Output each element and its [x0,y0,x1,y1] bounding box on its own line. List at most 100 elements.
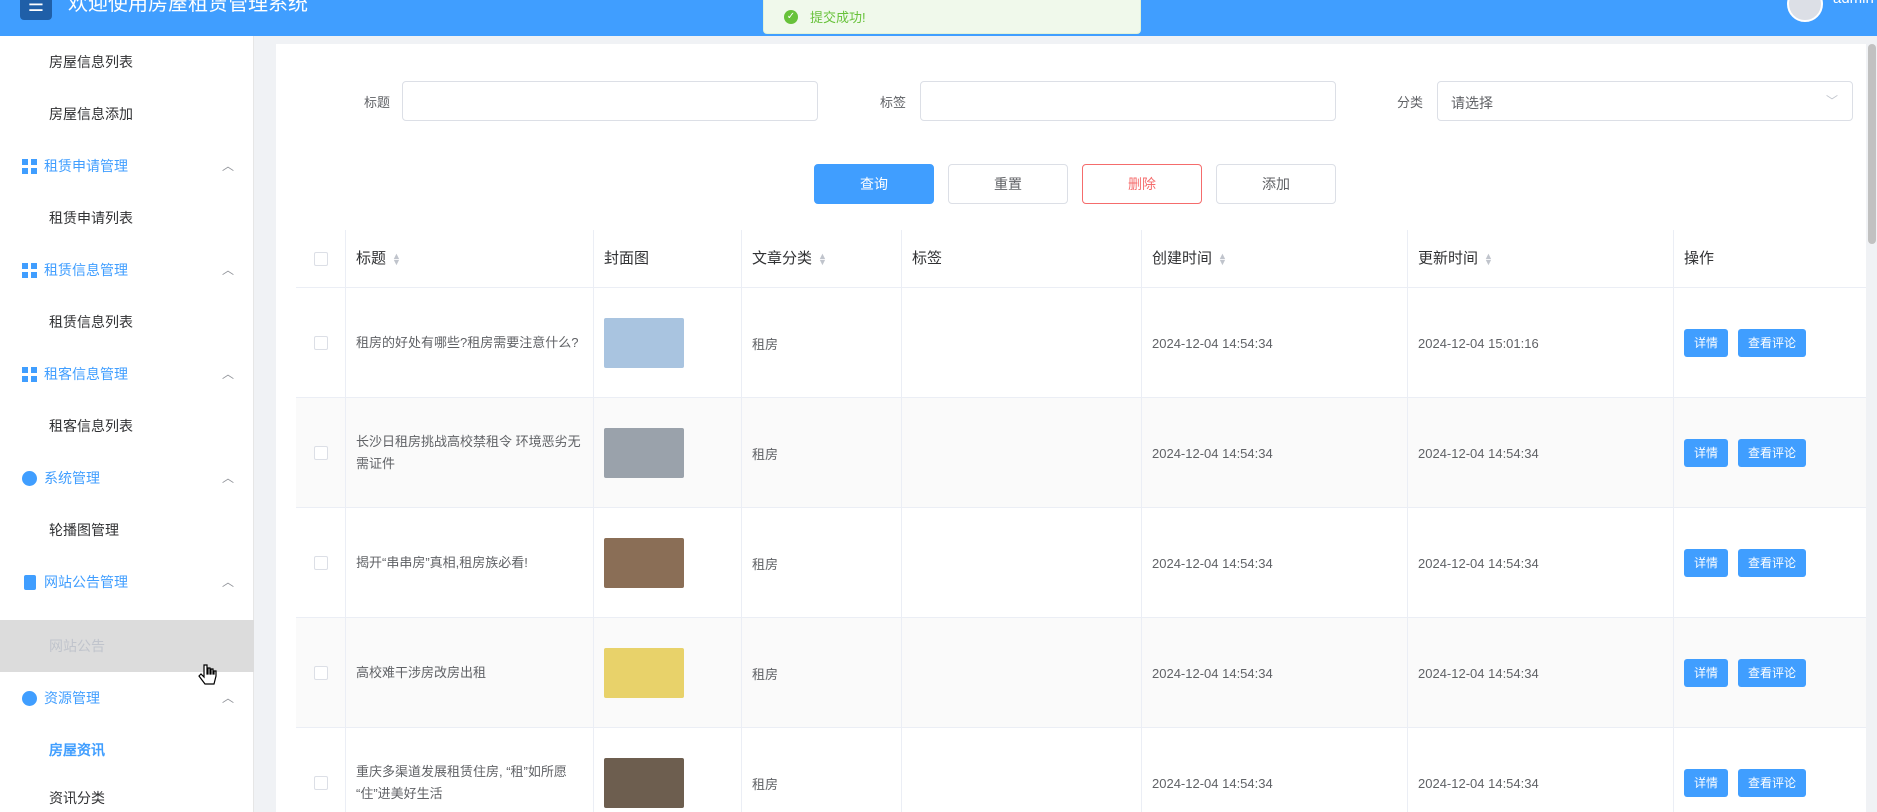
avatar[interactable] [1787,0,1823,22]
gear-icon [22,471,37,486]
grid-icon [22,367,37,382]
title-input[interactable] [402,81,818,121]
sidebar-item-label: 资讯分类 [49,790,105,806]
cell-cover [594,288,742,398]
cover-image[interactable] [604,648,684,698]
sidebar-item-news-category[interactable]: 资讯分类 [0,772,254,812]
sidebar-item-label: 租客信息列表 [49,418,133,434]
cell-tags [902,288,1142,398]
cell-title: 长沙日租房挑战高校禁租令 环境恶劣无需证件 [346,398,594,508]
cover-image[interactable] [604,758,684,808]
row-checkbox-cell [296,618,346,728]
sidebar-group-label: 网站公告管理 [44,574,128,590]
row-checkbox[interactable] [313,446,328,460]
view-comments-button[interactable]: 查看评论 [1738,769,1807,797]
sidebar-item-house-list[interactable]: 房屋信息列表 [0,36,254,88]
sidebar-item-carousel[interactable]: 轮播图管理 [0,504,254,556]
chevron-up-icon: ︿ [222,575,235,589]
cell-title: 重庆多渠道发展租赁住房, “租”如所愿 “住”进美好生活 [346,728,594,812]
sidebar: 房屋信息列表 房屋信息添加 租赁申请管理 ︿ 租赁申请列表 租赁信息管理 ︿ 租… [0,36,254,812]
cell-category: 租房 [742,288,902,398]
cell-updated: 2024-12-04 14:54:34 [1408,508,1674,618]
scrollbar[interactable] [1868,44,1876,244]
row-checkbox-cell [296,398,346,508]
cover-image[interactable] [604,428,684,478]
category-select[interactable]: 请选择 ﹀ [1437,81,1853,121]
cell-cover [594,728,742,812]
success-toast: ✓ 提交成功! [763,0,1141,34]
sort-icon[interactable]: ▲ ▼ [1218,252,1227,267]
row-checkbox[interactable] [313,336,328,350]
cell-category: 租房 [742,398,902,508]
row-checkbox[interactable] [313,556,328,570]
sidebar-group-tenant[interactable]: 租客信息管理 ︿ [0,348,254,400]
chevron-up-icon: ︿ [222,263,235,277]
header-title[interactable]: 标题 ▲ ▼ [346,230,594,288]
row-checkbox[interactable] [313,666,328,680]
cover-image[interactable] [604,318,684,368]
row-checkbox[interactable] [313,776,328,790]
sidebar-group-label: 租赁申请管理 [44,158,128,174]
detail-button[interactable]: 详情 [1684,659,1729,687]
sidebar-item-label: 租赁信息列表 [49,314,133,330]
tag-label: 标签 [880,95,907,110]
cell-tags [902,728,1142,812]
table-row: 揭开“串串房”真相,租房族必看! 租房 2024-12-04 14:54:34 202… [296,508,1866,618]
chevron-down-icon: ﹀ [1825,94,1838,108]
view-comments-button[interactable]: 查看评论 [1738,549,1807,577]
sidebar-group-label: 租客信息管理 [44,366,128,382]
detail-button[interactable]: 详情 [1684,769,1729,797]
sidebar-group-rental-info[interactable]: 租赁信息管理 ︿ [0,244,254,296]
table-row: 长沙日租房挑战高校禁租令 环境恶劣无需证件 租房 2024-12-04 14:54:… [296,398,1866,508]
sidebar-group-announcement[interactable]: 网站公告管理 ︿ [0,556,254,608]
sidebar-item-label: 网站公告 [49,638,105,654]
cell-category: 租房 [742,728,902,812]
tag-input[interactable] [920,81,1336,121]
view-comments-button[interactable]: 查看评论 [1738,659,1807,687]
sidebar-item-label: 房屋信息添加 [49,106,133,122]
sidebar-item-application-list[interactable]: 租赁申请列表 [0,192,254,244]
sidebar-group-rental-application[interactable]: 租赁申请管理 ︿ [0,140,254,192]
detail-button[interactable]: 详情 [1684,549,1729,577]
table-header: 标题 ▲ ▼ 封面图 文章分类 ▲ ▼ 标签 创建时间 ▲ ▼ 更新时间 ▲ ▼ 操作 [296,230,1866,288]
sidebar-item-tenant-list[interactable]: 租客信息列表 [0,400,254,452]
cell-cover [594,508,742,618]
view-comments-button[interactable]: 查看评论 [1738,329,1807,357]
header-created[interactable]: 创建时间 ▲ ▼ [1142,230,1408,288]
sidebar-group-system[interactable]: 系统管理 ︿ [0,452,254,504]
sidebar-item-house-add[interactable]: 房屋信息添加 [0,88,254,140]
cell-title: 租房的好处有哪些?租房需要注意什么? [346,288,594,398]
reset-button[interactable]: 重置 [948,164,1068,204]
query-button[interactable]: 查询 [814,164,934,204]
user-name[interactable]: admin [1833,0,1874,7]
cell-actions: 详情 查看评论 [1674,288,1866,398]
select-all-checkbox[interactable] [313,252,328,266]
row-checkbox-cell [296,288,346,398]
view-comments-button[interactable]: 查看评论 [1738,439,1807,467]
menu-toggle-icon[interactable]: ☰ [20,0,52,20]
detail-button[interactable]: 详情 [1684,439,1729,467]
chevron-up-icon: ︿ [222,159,235,173]
table-row: 重庆多渠道发展租赁住房, “租”如所愿 “住”进美好生活 租房 2024-12-04… [296,728,1866,812]
sort-icon[interactable]: ▲ ▼ [818,252,827,267]
cell-cover [594,398,742,508]
sidebar-item-rental-list[interactable]: 租赁信息列表 [0,296,254,348]
cell-tags [902,618,1142,728]
category-placeholder: 请选择 [1451,95,1493,111]
header-updated[interactable]: 更新时间 ▲ ▼ [1408,230,1674,288]
sort-icon[interactable]: ▲ ▼ [392,252,401,267]
header-category[interactable]: 文章分类 ▲ ▼ [742,230,902,288]
cell-created: 2024-12-04 14:54:34 [1142,618,1408,728]
cover-image[interactable] [604,538,684,588]
header-tags: 标签 [902,230,1142,288]
add-button[interactable]: 添加 [1216,164,1336,204]
cell-updated: 2024-12-04 14:54:34 [1408,398,1674,508]
sidebar-item-house-news[interactable]: 房屋资讯 [0,724,254,776]
delete-button[interactable]: 删除 [1082,164,1202,204]
sidebar-group-label: 系统管理 [44,470,100,486]
detail-button[interactable]: 详情 [1684,329,1729,357]
hand-cursor-icon [198,664,217,685]
toast-message: 提交成功! [810,10,866,25]
resource-icon [22,691,37,706]
sort-icon[interactable]: ▲ ▼ [1484,252,1493,267]
